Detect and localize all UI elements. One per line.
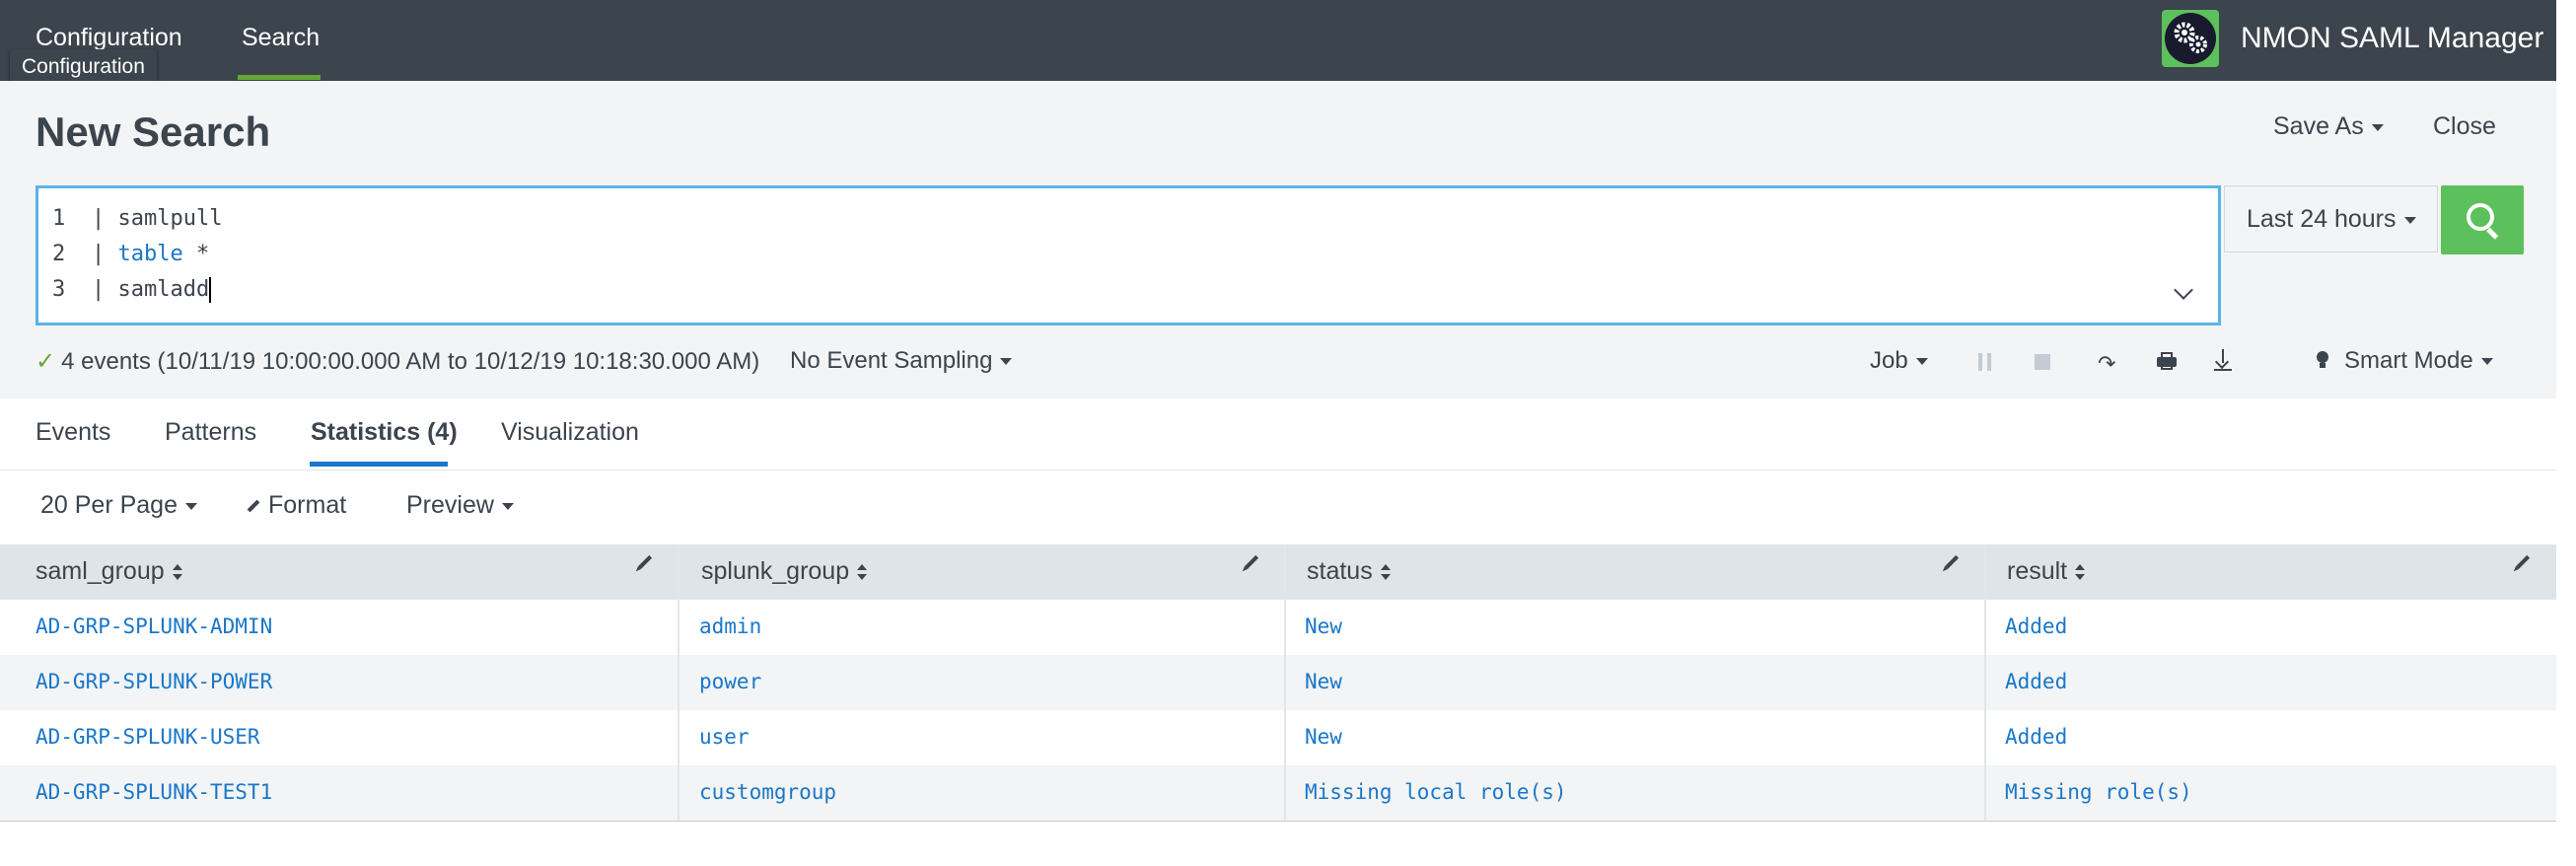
table-row: AD-GRP-SPLUNK-USER user New Added: [0, 710, 2556, 765]
cell-saml-group[interactable]: AD-GRP-SPLUNK-POWER: [36, 670, 272, 693]
cell-saml-group[interactable]: AD-GRP-SPLUNK-ADMIN: [36, 614, 272, 638]
cell-saml-group[interactable]: AD-GRP-SPLUNK-USER: [36, 725, 260, 749]
event-count-status: ✓ 4 events (10/11/19 10:00:00.000 AM to 1…: [36, 348, 760, 375]
column-divider: [1284, 544, 1286, 821]
column-header-status[interactable]: status: [1307, 557, 1391, 586]
save-as-menu[interactable]: Save As: [2273, 112, 2384, 141]
pencil-icon: [247, 500, 260, 513]
cell-splunk-group[interactable]: customgroup: [699, 780, 836, 804]
sort-icon: [857, 564, 868, 581]
cell-result[interactable]: Added: [2005, 670, 2067, 693]
pause-icon[interactable]: [1978, 353, 1992, 371]
table-bottom-border: [0, 821, 2556, 822]
page-edge: [2556, 0, 2576, 866]
text-cursor: [209, 277, 212, 303]
cell-status[interactable]: New: [1305, 725, 1342, 749]
cell-splunk-group[interactable]: admin: [699, 614, 761, 638]
cell-saml-group[interactable]: AD-GRP-SPLUNK-TEST1: [36, 780, 272, 804]
caret-down-icon: [1000, 358, 1013, 366]
table-header: [0, 544, 2556, 600]
nav-active-indicator: [238, 75, 321, 80]
table-row: AD-GRP-SPLUNK-TEST1 customgroup Missing …: [0, 765, 2556, 821]
download-icon[interactable]: [2212, 349, 2234, 373]
lightbulb-icon: [2317, 351, 2328, 369]
column-header-saml-group[interactable]: saml_group: [36, 557, 182, 586]
caret-down-icon: [501, 502, 514, 510]
search-button[interactable]: [2441, 185, 2524, 254]
sort-icon: [172, 564, 182, 581]
cell-result[interactable]: Added: [2005, 725, 2067, 749]
cell-splunk-group[interactable]: power: [699, 670, 761, 693]
search-mode-menu[interactable]: Smart Mode: [2344, 347, 2493, 375]
caret-down-icon: [2403, 216, 2416, 224]
cell-status[interactable]: New: [1305, 670, 1342, 693]
sort-icon: [2075, 564, 2086, 581]
sort-icon: [1380, 564, 1391, 581]
print-icon[interactable]: [2157, 352, 2177, 370]
preview-menu[interactable]: Preview: [406, 491, 514, 520]
caret-down-icon: [185, 502, 197, 510]
nav-configuration[interactable]: Configuration: [36, 24, 182, 52]
caret-down-icon: [2371, 123, 2384, 131]
code-line[interactable]: | table *: [92, 242, 209, 266]
close-button[interactable]: Close: [2433, 112, 2496, 141]
nav-search[interactable]: Search: [242, 24, 320, 52]
table-row: AD-GRP-SPLUNK-POWER power New Added: [0, 655, 2556, 710]
line-number: 2: [52, 242, 66, 266]
line-number: 1: [52, 206, 66, 231]
caret-down-icon: [1915, 358, 1928, 366]
stop-icon[interactable]: [2035, 354, 2050, 370]
per-page-menu[interactable]: 20 Per Page: [40, 491, 197, 520]
nav-tooltip: Configuration: [10, 49, 157, 85]
page-title: New Search: [36, 108, 271, 155]
search-editor[interactable]: 1 2 3 | samlpull | table * | samladd: [36, 185, 2221, 325]
save-as-label: Save As: [2273, 112, 2364, 140]
table-row: AD-GRP-SPLUNK-ADMIN admin New Added: [0, 600, 2556, 655]
cell-splunk-group[interactable]: user: [699, 725, 750, 749]
gears-icon: [2162, 10, 2219, 67]
code-line[interactable]: | samlpull: [92, 206, 222, 231]
column-divider: [678, 544, 680, 821]
check-icon: ✓: [36, 348, 56, 375]
cell-result[interactable]: Added: [2005, 614, 2067, 638]
app-title: NMON SAML Manager: [2241, 22, 2544, 54]
chevron-down-icon[interactable]: [2174, 280, 2193, 300]
column-header-splunk-group[interactable]: splunk_group: [701, 557, 868, 586]
line-number: 3: [52, 277, 66, 302]
column-header-result[interactable]: result: [2007, 557, 2086, 586]
code-line[interactable]: | samladd: [92, 277, 212, 303]
tab-patterns[interactable]: Patterns: [165, 418, 256, 447]
time-range-label: Last 24 hours: [2247, 205, 2397, 233]
format-button[interactable]: Format: [247, 491, 346, 520]
active-tab-indicator: [310, 462, 448, 467]
cell-status[interactable]: Missing local role(s): [1305, 780, 1567, 804]
cell-status[interactable]: New: [1305, 614, 1342, 638]
event-sampling-menu[interactable]: No Event Sampling: [790, 347, 1013, 375]
caret-down-icon: [2480, 358, 2493, 366]
tab-statistics[interactable]: Statistics (4): [311, 418, 458, 447]
time-range-picker[interactable]: Last 24 hours: [2224, 185, 2438, 253]
tab-events[interactable]: Events: [36, 418, 110, 447]
tab-visualization[interactable]: Visualization: [501, 418, 639, 447]
job-menu[interactable]: Job: [1870, 347, 1928, 375]
share-icon[interactable]: ↷: [2098, 351, 2115, 377]
column-divider: [1984, 544, 1986, 821]
cell-result[interactable]: Missing role(s): [2005, 780, 2192, 804]
